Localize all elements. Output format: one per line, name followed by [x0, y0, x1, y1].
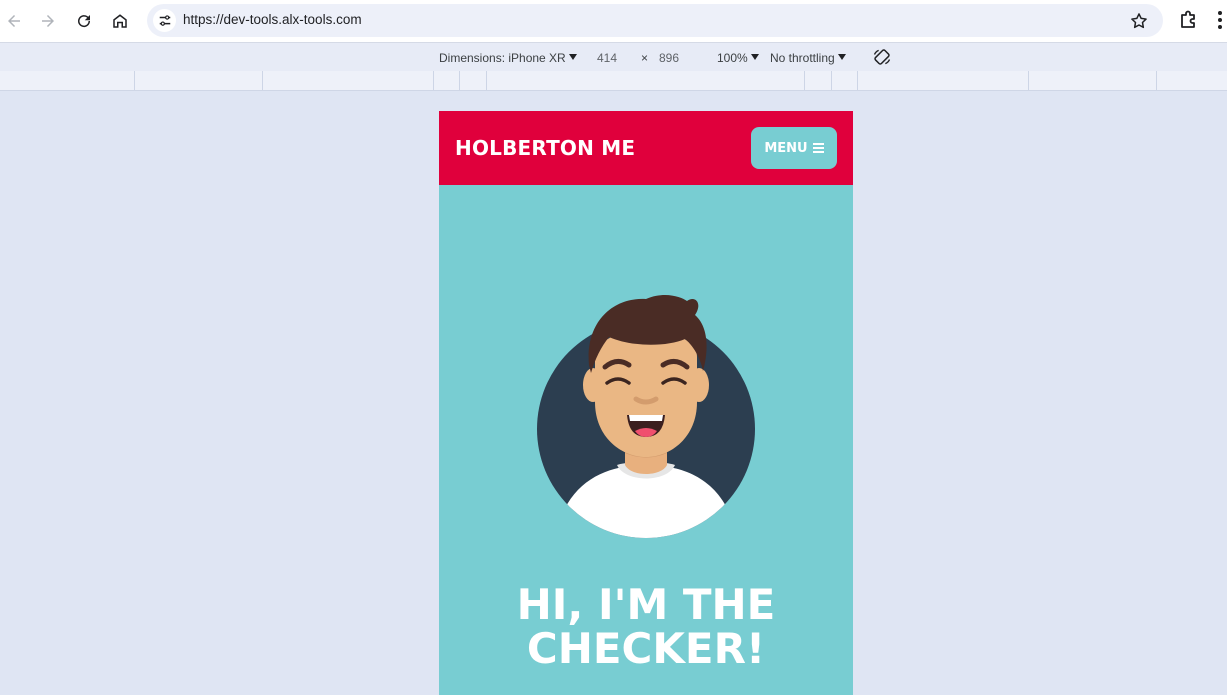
dropdown-caret-icon — [837, 54, 846, 60]
star-icon[interactable] — [1129, 11, 1149, 31]
avatar — [537, 295, 755, 538]
url-text[interactable]: https://dev-tools.alx-tools.com — [183, 12, 362, 27]
ruler-tick — [433, 71, 434, 90]
reload-icon[interactable] — [70, 7, 98, 35]
ruler-tick — [134, 71, 135, 90]
dropdown-caret-icon — [568, 54, 577, 60]
throttling-select[interactable]: No throttling — [770, 51, 846, 65]
menu-button[interactable]: MENU — [751, 127, 837, 169]
hamburger-icon — [812, 143, 824, 153]
more-options-icon[interactable] — [1216, 8, 1224, 32]
browser-toolbar: https://dev-tools.alx-tools.com — [0, 0, 1227, 42]
times-sign: × — [641, 51, 649, 65]
ruler-tick — [1156, 71, 1157, 90]
device-dimensions-select[interactable]: Dimensions: iPhone XR — [439, 51, 577, 65]
tune-icon[interactable] — [153, 9, 176, 32]
device-toolbar: Dimensions: iPhone XR 414 × 896 100% No … — [0, 42, 1227, 71]
zoom-select[interactable]: 100% — [717, 51, 759, 65]
dropdown-caret-icon — [750, 54, 759, 60]
ruler-tick — [1028, 71, 1029, 90]
device-height-input[interactable]: 896 — [659, 51, 679, 65]
back-arrow-icon[interactable] — [0, 7, 28, 35]
site-brand[interactable]: HOLBERTON ME — [455, 136, 635, 160]
device-width-input[interactable]: 414 — [597, 51, 617, 65]
ruler-tick — [831, 71, 832, 90]
device-viewport: HOLBERTON ME MENU HI, I'M THE CHECKER! — [439, 111, 853, 695]
home-icon[interactable] — [106, 7, 134, 35]
media-query-ruler[interactable] — [0, 71, 1227, 91]
address-bar[interactable]: https://dev-tools.alx-tools.com — [147, 4, 1163, 37]
site-header: HOLBERTON ME MENU — [439, 111, 853, 185]
ruler-tick — [262, 71, 263, 90]
puzzle-icon[interactable] — [1177, 8, 1201, 32]
forward-arrow-icon[interactable] — [34, 7, 62, 35]
hero-headline: HI, I'M THE CHECKER! — [516, 580, 776, 673]
menu-button-label: MENU — [764, 140, 808, 156]
rotate-icon[interactable] — [872, 47, 892, 67]
ruler-tick — [486, 71, 487, 90]
ruler-tick — [459, 71, 460, 90]
ruler-tick — [804, 71, 805, 90]
ruler-tick — [857, 71, 858, 90]
